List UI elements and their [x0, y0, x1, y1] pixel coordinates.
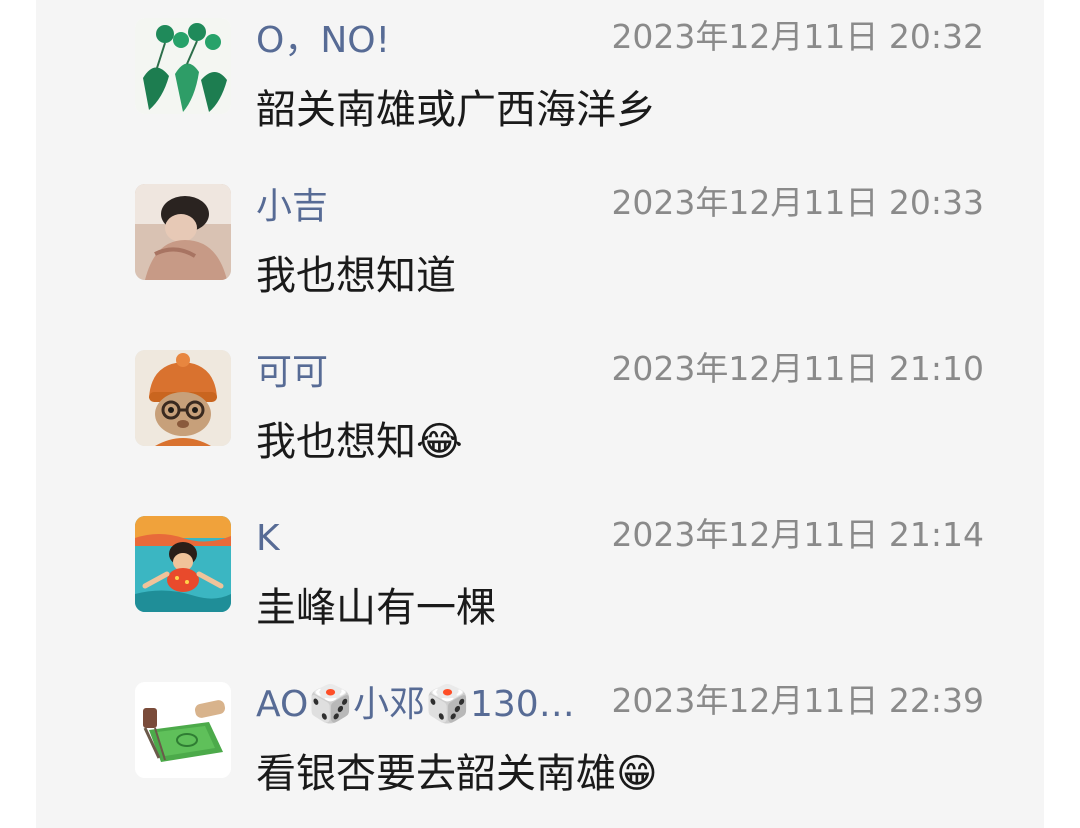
swimming-child-icon: [135, 516, 231, 612]
comment-item: 可可 2023年12月11日 21:10 我也想知😂: [36, 332, 1044, 498]
green-tassel-earrings-icon: [135, 18, 231, 114]
avatar[interactable]: [135, 350, 231, 446]
avatar[interactable]: [135, 682, 231, 778]
comment-time: 2023年12月11日 20:32: [611, 17, 984, 56]
comment-time: 2023年12月11日 20:33: [611, 183, 984, 222]
comment-item: K 2023年12月11日 21:14 圭峰山有一棵: [36, 498, 1044, 664]
comment-author[interactable]: K: [256, 516, 280, 562]
comment-list: O，NO! 2023年12月11日 20:32 韶关南雄或广西海洋乡 小吉 20…: [36, 0, 1044, 828]
comment-time: 2023年12月11日 21:10: [611, 349, 984, 388]
comment-time: 2023年12月11日 21:14: [611, 515, 984, 554]
comment-text: 我也想知道: [256, 253, 456, 299]
comment-author[interactable]: AO🎲小邓🎲130…: [256, 682, 575, 728]
comment-text: 韶关南雄或广西海洋乡: [256, 87, 656, 133]
comment-text: 我也想知😂: [256, 419, 463, 465]
comment-author[interactable]: 小吉: [256, 184, 328, 230]
comment-text: 圭峰山有一棵: [256, 585, 496, 631]
green-board-illustration-icon: [135, 682, 231, 778]
comment-text: 看银杏要去韶关南雄😁: [256, 751, 658, 797]
avatar[interactable]: [135, 184, 231, 280]
comment-author[interactable]: 可可: [256, 350, 328, 396]
comment-author[interactable]: O，NO!: [256, 18, 390, 64]
comment-item: 小吉 2023年12月11日 20:33 我也想知道: [36, 166, 1044, 332]
avatar[interactable]: [135, 516, 231, 612]
girl-photo-icon: [135, 184, 231, 280]
comment-item: O，NO! 2023年12月11日 20:32 韶关南雄或广西海洋乡: [36, 0, 1044, 166]
plush-toy-with-glasses-icon: [135, 350, 231, 446]
comment-time: 2023年12月11日 22:39: [611, 681, 984, 720]
avatar[interactable]: [135, 18, 231, 114]
comment-item: AO🎲小邓🎲130… 2023年12月11日 22:39 看银杏要去韶关南雄😁: [36, 664, 1044, 828]
